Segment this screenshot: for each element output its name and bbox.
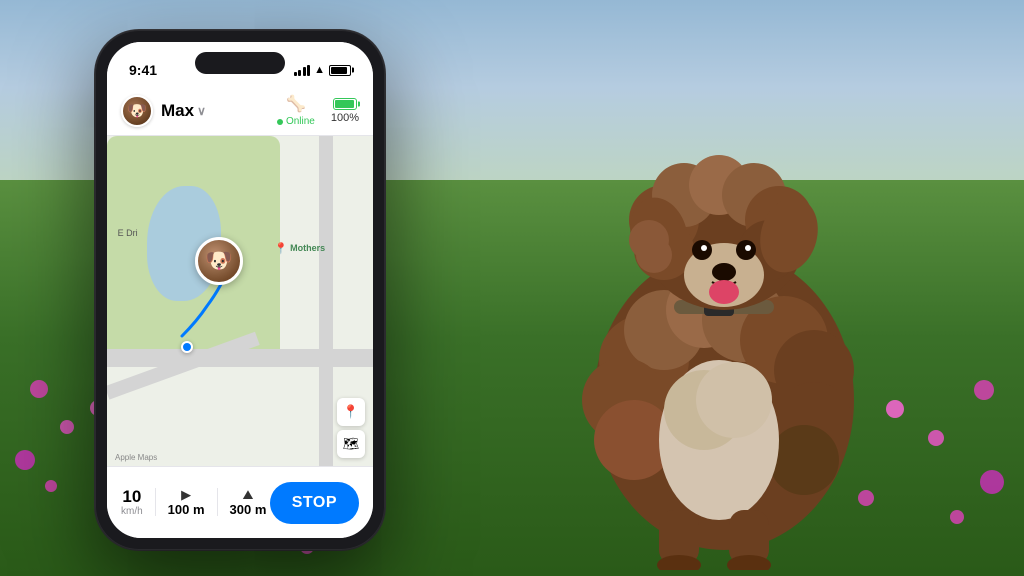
stop-button[interactable]: STOP: [270, 482, 359, 524]
speed-stat: 10 km/h: [121, 488, 143, 518]
pet-name-text: Max: [161, 101, 194, 121]
altitude-value: 300 m: [230, 503, 267, 517]
phone-screen: 9:41 ▲ 🐶: [107, 42, 373, 538]
battery-fill: [331, 67, 347, 74]
altitude-stat: ⛰ 300 m: [230, 487, 267, 517]
pet-battery-icon: [333, 98, 357, 110]
map-trail: [107, 136, 373, 466]
pet-name-wrap[interactable]: 🐶 Max ∨: [121, 95, 206, 127]
signal-icon: [294, 65, 311, 76]
online-dot: [277, 119, 283, 125]
pet-status-wrap: 🦴 Online 100%: [277, 94, 359, 127]
tracker-icon: 🦴: [286, 94, 306, 114]
mountain-icon: ⛰: [243, 487, 254, 503]
bottom-stats-bar: 10 km/h ▶ 100 m ⛰ 300 m: [107, 466, 373, 538]
map-pet-pin: 🐶: [195, 237, 243, 285]
battery-icon: [329, 65, 351, 76]
status-time: 9:41: [129, 62, 157, 78]
online-label: Online: [286, 116, 315, 127]
phone-device: 9:41 ▲ 🐶: [95, 30, 385, 550]
online-badge: Online: [277, 116, 315, 127]
pet-avatar: 🐶: [121, 95, 153, 127]
pet-battery-fill: [335, 100, 354, 108]
signal-bar-1: [294, 72, 297, 76]
distance-value: 100 m: [168, 503, 205, 517]
pet-header[interactable]: 🐶 Max ∨ 🦴 Online: [107, 88, 373, 136]
phone-frame: 9:41 ▲ 🐶: [95, 30, 385, 550]
chevron-down-icon: ∨: [197, 104, 206, 118]
pet-battery-percent: 100%: [331, 112, 359, 124]
dynamic-island: [195, 52, 285, 74]
map-current-position: [181, 341, 193, 353]
status-icons: ▲: [294, 64, 351, 76]
signal-bar-3: [303, 67, 306, 76]
stat-divider-2: [217, 488, 218, 516]
dog-container: [464, 20, 964, 570]
signal-bar-4: [307, 65, 310, 76]
stat-group: 10 km/h ▶ 100 m ⛰ 300 m: [121, 487, 266, 517]
stat-divider-1: [155, 488, 156, 516]
wifi-icon: ▲: [314, 64, 325, 76]
pet-name[interactable]: Max ∨: [161, 101, 206, 121]
signal-bar-2: [298, 70, 301, 76]
direction-icon: ▶: [181, 487, 191, 503]
speed-unit: km/h: [121, 506, 143, 517]
distance-stat: ▶ 100 m: [168, 487, 205, 517]
map-area[interactable]: E Dri 📍 Mothers 🐶 Apple Maps: [107, 136, 373, 466]
speed-value: 10: [122, 488, 141, 507]
